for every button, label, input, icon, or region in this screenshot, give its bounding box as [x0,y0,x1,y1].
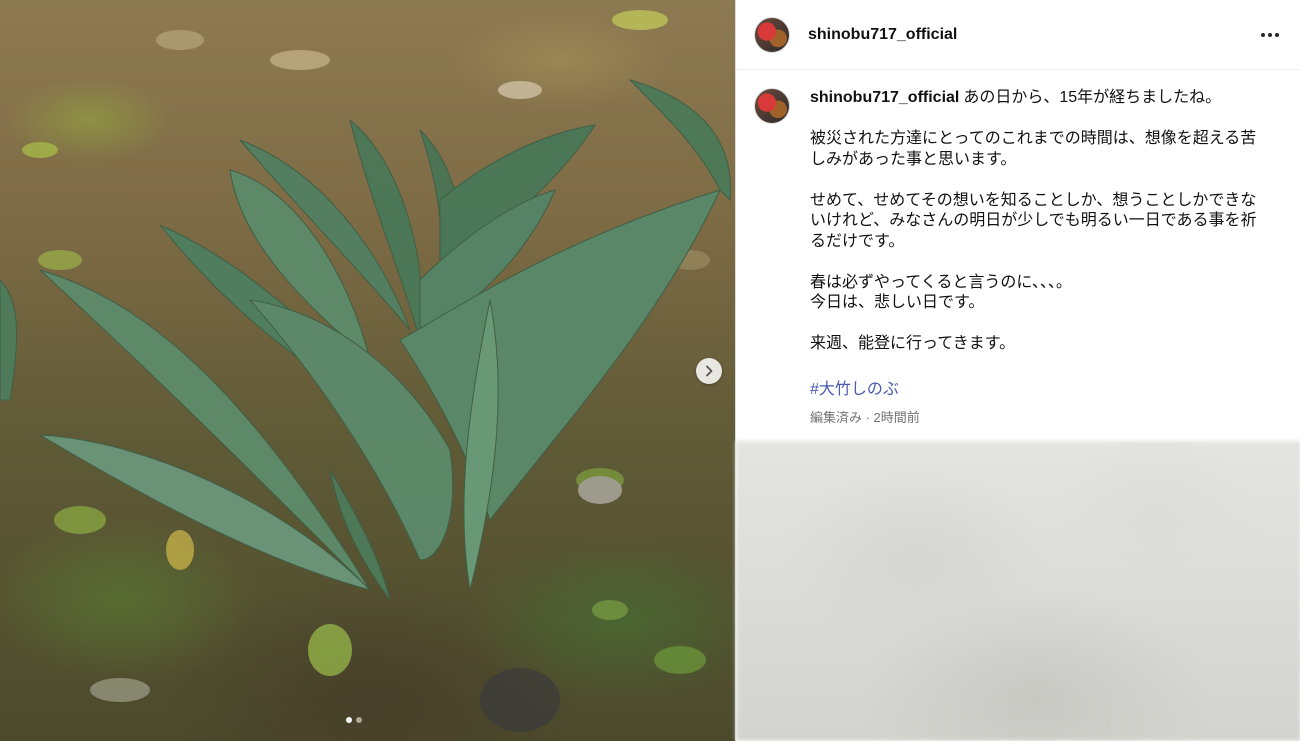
carousel-next-button[interactable] [696,358,722,384]
carousel-indicator [346,717,362,723]
post-username[interactable]: shinobu717_official [808,26,957,44]
more-horizontal-icon [1261,32,1279,37]
avatar[interactable] [754,16,790,53]
chevron-right-icon [706,365,713,377]
caption-first-line: あの日から、15年が経ちましたね。 [963,89,1222,106]
post-meta: 編集済み · 2時間前 [810,409,920,425]
carousel-dot [356,717,362,723]
caption-avatar[interactable] [754,88,790,124]
caption-username[interactable]: shinobu717_official [810,89,959,106]
caption-text: shinobu717_official あの日から、15年が経ちましたね。 被災さ… [810,88,1270,355]
blurred-comments-area [736,441,1300,741]
more-options-button[interactable] [1258,23,1282,47]
carousel-dot-active [346,717,352,723]
tulip-leaves-photo [0,10,731,732]
caption-body: shinobu717_official あの日から、15年が経ちましたね。 被災さ… [810,88,1270,426]
post-media-image[interactable] [0,0,735,741]
post-caption: shinobu717_official あの日から、15年が経ちましたね。 被災さ… [736,70,1300,426]
caption-paragraph-3: 春は必ずやってくると言うのに、、、。 今日は、悲しい日です。 [810,273,1072,312]
caption-paragraph-4: 来週、能登に行ってきます。 [810,335,1016,352]
hashtag-link[interactable]: #大竹しのぶ [810,375,1270,399]
post-side-panel: shinobu717_official shinobu717_official あ… [735,0,1300,741]
caption-paragraph-2: せめて、せめてその想いを知ることしか、想うことしかできないけれど、みなさんの明日… [810,191,1257,250]
post-header: shinobu717_official [736,0,1300,70]
caption-paragraph-1: 被災された方達にとってのこれまでの時間は、想像を超える苦しみがあった事と思います… [810,130,1257,168]
